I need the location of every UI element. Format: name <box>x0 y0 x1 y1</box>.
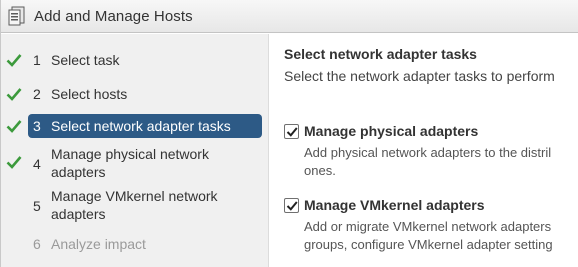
option-description-line1: Add physical network adapters to the dis… <box>304 145 552 160</box>
step-label: Select task <box>51 52 120 68</box>
step-analyze-impact: 6 Analyze impact <box>1 234 269 254</box>
step-label: Analyze impact <box>51 236 146 252</box>
option-description-line2: ones. <box>304 163 336 178</box>
step-number: 6 <box>33 236 41 252</box>
step-manage-vmkernel-network-adapters[interactable]: 5 Manage VMkernel network adapters <box>1 188 269 224</box>
option-manage-physical-adapters: Manage physical adapters Add physical ne… <box>284 123 578 184</box>
step-select-network-adapter-tasks[interactable]: 3 Select network adapter tasks <box>1 114 269 138</box>
option-description: Add or migrate VMkernel network adapters… <box>304 218 553 254</box>
wizard-steps-panel: 1 Select task 2 Select hosts 3 Select ne… <box>1 34 269 267</box>
title-bar: Add and Manage Hosts <box>1 0 578 33</box>
option-manage-vmkernel-adapters: Manage VMkernel adapters Add or migrate … <box>284 197 578 258</box>
section-title: Select network adapter tasks <box>284 46 477 62</box>
step-label: Select hosts <box>51 86 128 102</box>
add-manage-hosts-dialog: Add and Manage Hosts 1 Select task 2 Sel… <box>0 0 578 267</box>
step-number: 5 <box>33 198 41 214</box>
step-label-line1: Manage VMkernel network <box>51 188 218 204</box>
manage-physical-adapters-checkbox[interactable] <box>284 124 299 139</box>
option-description-line1: Add or migrate VMkernel network adapters <box>304 219 552 234</box>
step-number: 3 <box>33 118 41 134</box>
step-label-line2: adapters <box>51 206 106 222</box>
option-label: Manage physical adapters <box>304 123 479 139</box>
step-select-task[interactable]: 1 Select task <box>1 50 269 70</box>
step-label: Select network adapter tasks <box>51 118 231 134</box>
option-label: Manage VMkernel adapters <box>304 197 485 213</box>
step-number: 1 <box>33 52 41 68</box>
step-label-line1: Manage physical network <box>51 146 209 162</box>
hosts-wizard-icon <box>8 6 25 26</box>
option-description: Add physical network adapters to the dis… <box>304 144 551 180</box>
checkmark-icon <box>6 120 22 133</box>
step-number: 4 <box>33 156 41 172</box>
option-description-line2: groups, configure VMkernel adapter setti… <box>304 237 553 252</box>
step-content-panel: Select network adapter tasks Select the … <box>270 34 578 267</box>
step-label-line2: adapters <box>51 164 106 180</box>
checkmark-icon <box>6 156 22 169</box>
dialog-title: Add and Manage Hosts <box>34 7 193 25</box>
checkbox-check-icon <box>286 127 298 137</box>
step-number: 2 <box>33 86 41 102</box>
step-select-hosts[interactable]: 2 Select hosts <box>1 84 269 104</box>
manage-vmkernel-adapters-checkbox[interactable] <box>284 198 299 213</box>
step-manage-physical-network-adapters[interactable]: 4 Manage physical network adapters <box>1 146 269 182</box>
section-subtitle: Select the network adapter tasks to perf… <box>284 68 555 84</box>
checkbox-check-icon <box>286 201 298 211</box>
checkmark-icon <box>6 88 22 101</box>
checkmark-icon <box>6 54 22 67</box>
